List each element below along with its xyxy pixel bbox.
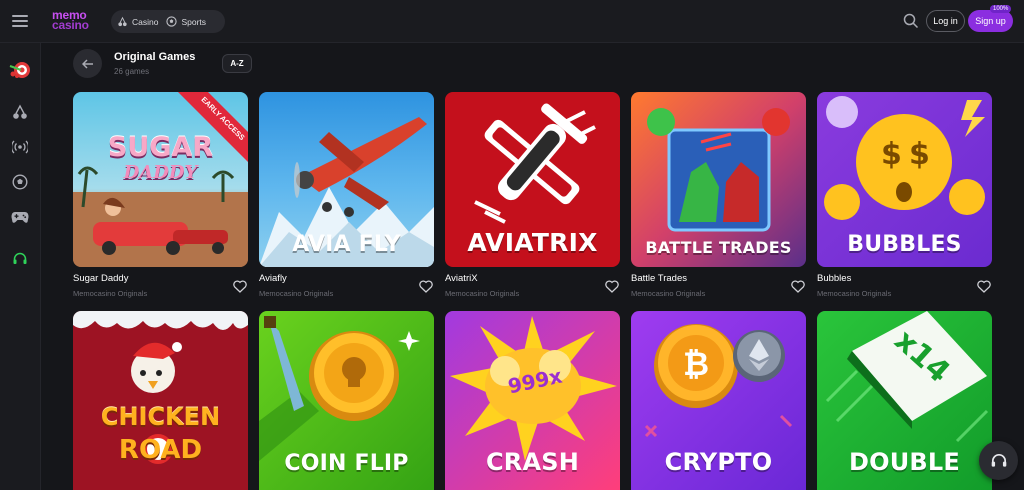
- gamepad-icon: [11, 211, 29, 223]
- soccer-ball-icon: [166, 16, 178, 27]
- product-switch: Casino Sports: [111, 10, 225, 33]
- menu-icon[interactable]: [10, 12, 30, 30]
- favorite-heart-icon[interactable]: [791, 280, 805, 293]
- sidebar-item-promo[interactable]: [8, 57, 32, 81]
- headset-icon: [13, 252, 27, 264]
- target-dart-icon: [9, 62, 30, 78]
- nav-sports-label: Sports: [181, 16, 207, 27]
- game-card-double[interactable]: x14 DOUBLE: [817, 311, 992, 490]
- svg-text:$: $: [909, 137, 930, 172]
- sort-az-button[interactable]: A-Z: [222, 54, 252, 73]
- login-button[interactable]: Log in: [926, 10, 965, 32]
- cherries-icon: [13, 104, 27, 119]
- favorite-heart-icon[interactable]: [605, 280, 619, 293]
- game-card-aviafly[interactable]: AVIA FLY: [259, 92, 434, 267]
- cherries-icon: [118, 16, 127, 27]
- search-icon[interactable]: [903, 13, 919, 29]
- game-card-chicken-road[interactable]: CHICKEN ROAD: [73, 311, 248, 490]
- arrow-left-icon: [81, 58, 93, 69]
- sidebar-item-sports[interactable]: [8, 170, 32, 194]
- game-title[interactable]: Battle Trades: [631, 273, 687, 284]
- nav-sports[interactable]: Sports: [166, 16, 206, 27]
- game-card-aviatrix[interactable]: AVIATRIX: [445, 92, 620, 267]
- game-card-crypto[interactable]: ₿ CRYPTO: [631, 311, 806, 490]
- logo[interactable]: memo casino: [52, 9, 98, 32]
- logo-line-2: casino: [52, 18, 89, 32]
- favorite-heart-icon[interactable]: [977, 280, 991, 293]
- sidebar-item-live[interactable]: [8, 135, 32, 159]
- game-provider: Memocasino Originals: [817, 289, 892, 298]
- crypto-caption: CRYPTO: [664, 448, 773, 476]
- chicken-road-logo-line2: ROAD: [118, 435, 203, 465]
- chicken-road-logo-line1: CHICKEN: [100, 403, 221, 431]
- aviafly-caption: AVIA FLY: [292, 232, 401, 257]
- game-title[interactable]: Sugar Daddy: [73, 273, 128, 284]
- game-title[interactable]: Bubbles: [817, 273, 851, 284]
- top-bar: memo casino Casino Sports Log in Sign up…: [0, 0, 1024, 43]
- svg-text:$: $: [881, 137, 902, 172]
- battle-trades-caption: BATTLE TRADES: [645, 238, 792, 257]
- soccer-ball-icon: [12, 174, 28, 190]
- game-card-coin-flip[interactable]: COIN FLIP: [259, 311, 434, 490]
- sidebar-item-esports[interactable]: [8, 205, 32, 229]
- headset-icon: [991, 453, 1006, 467]
- double-caption: DOUBLE: [849, 448, 960, 476]
- aviatrix-caption: AVIATRIX: [467, 228, 598, 257]
- sidebar-item-casino[interactable]: [8, 100, 32, 124]
- signup-button[interactable]: Sign up: [968, 10, 1013, 32]
- game-card-crash[interactable]: 999x CRASH: [445, 311, 620, 490]
- live-support-button[interactable]: [979, 441, 1018, 480]
- game-card-sugar-daddy[interactable]: SUGAR DADDY EARLY ACCESS: [73, 92, 248, 267]
- game-provider: Memocasino Originals: [631, 289, 706, 298]
- coin-flip-caption: COIN FLIP: [284, 451, 409, 476]
- section-count: 26 games: [114, 67, 150, 76]
- sugar-daddy-logo-line1: SUGAR: [107, 132, 214, 163]
- favorite-heart-icon[interactable]: [233, 280, 247, 293]
- game-title[interactable]: AviatriX: [445, 273, 478, 284]
- game-card-battle-trades[interactable]: BATTLE TRADES: [631, 92, 806, 267]
- nav-casino-label: Casino: [132, 16, 159, 27]
- bonus-badge: 100%: [990, 5, 1012, 13]
- live-broadcast-icon: [12, 140, 28, 154]
- game-provider: Memocasino Originals: [73, 289, 148, 298]
- svg-text:₿: ₿: [683, 345, 709, 383]
- game-provider: Memocasino Originals: [259, 289, 334, 298]
- sugar-daddy-logo-line2: DADDY: [123, 162, 198, 183]
- sidebar: [0, 43, 41, 490]
- crash-caption: CRASH: [485, 448, 580, 476]
- bubbles-caption: BUBBLES: [847, 232, 962, 257]
- sidebar-item-support[interactable]: [8, 247, 32, 271]
- game-card-bubbles[interactable]: $ $ BUBBLES: [817, 92, 992, 267]
- favorite-heart-icon[interactable]: [419, 280, 433, 293]
- nav-casino[interactable]: Casino: [117, 16, 158, 27]
- section-title: Original Games: [114, 51, 196, 63]
- back-button[interactable]: [73, 49, 102, 78]
- game-title[interactable]: Aviafly: [259, 273, 287, 284]
- game-provider: Memocasino Originals: [445, 289, 520, 298]
